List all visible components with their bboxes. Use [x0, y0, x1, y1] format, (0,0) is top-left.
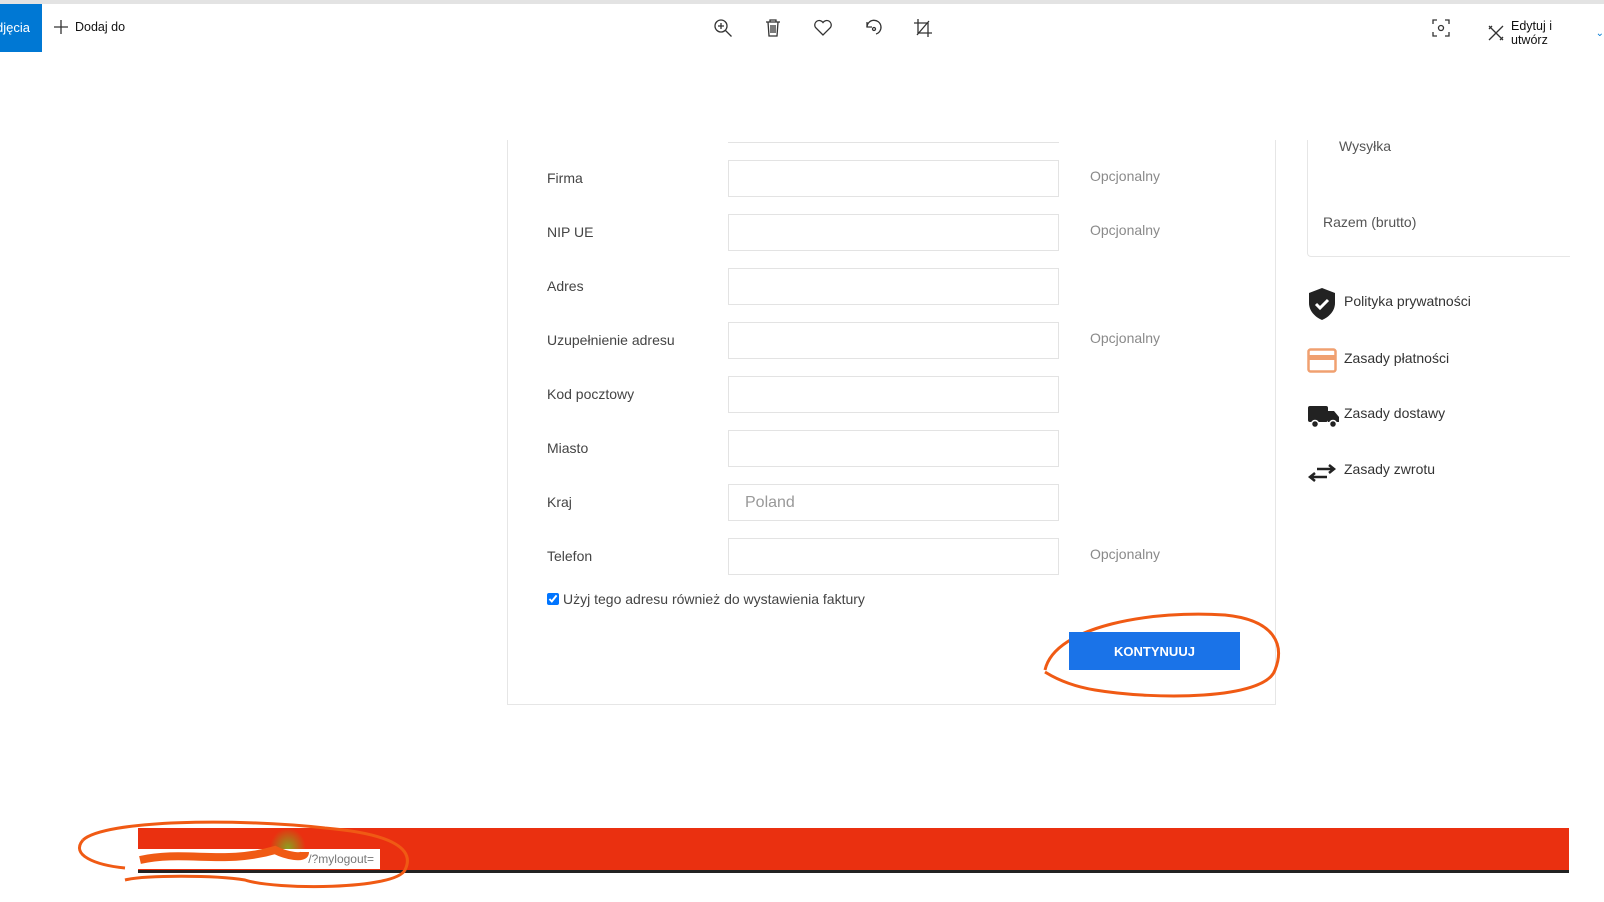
policy-delivery-label: Zasady dostawy	[1344, 405, 1446, 421]
optional-hint: Opcjonalny	[1090, 330, 1161, 346]
crop-icon[interactable]	[913, 18, 933, 38]
field-input[interactable]	[728, 322, 1059, 359]
field-label: NIP UE	[547, 224, 594, 240]
photos-tab[interactable]: djęcia	[0, 4, 42, 52]
field-label: Kraj	[547, 494, 572, 510]
heart-icon[interactable]	[813, 19, 833, 37]
field-input[interactable]	[728, 376, 1059, 413]
trash-icon[interactable]	[764, 18, 782, 38]
order-summary: Wysyłka Razem (brutto)	[1307, 138, 1570, 257]
annotation-scribble	[78, 820, 409, 889]
screen-capture-icon[interactable]	[1432, 19, 1450, 37]
field-label: Kod pocztowy	[547, 386, 635, 402]
summary-shipping: Wysyłka	[1339, 138, 1391, 154]
optional-hint: Opcjonalny	[1090, 546, 1161, 562]
billing-same-label: Użyj tego adresu również do wystawienia …	[563, 591, 865, 607]
edit-create-label: Edytuj i utwórz	[1511, 19, 1552, 47]
billing-same-checkbox[interactable]	[547, 593, 559, 605]
summary-total: Razem (brutto)	[1323, 214, 1417, 230]
swap-arrows-icon	[1307, 461, 1337, 485]
field-label: Firma	[547, 170, 583, 186]
plus-icon	[53, 19, 69, 35]
field-input[interactable]	[728, 160, 1059, 197]
photos-toolbar: djęcia Dodaj do Edytuj i utwórz ⌄	[0, 4, 1604, 52]
field-input[interactable]	[728, 430, 1059, 467]
field-input[interactable]	[728, 538, 1059, 575]
chevron-down-icon: ⌄	[1595, 27, 1604, 39]
field-input[interactable]	[728, 268, 1059, 305]
credit-card-icon	[1307, 348, 1337, 374]
truck-icon	[1307, 403, 1341, 431]
continue-button[interactable]: KONTYNUUJ	[1069, 632, 1240, 670]
zoom-in-icon[interactable]	[713, 18, 733, 38]
field-input[interactable]	[728, 484, 1059, 521]
edit-create-icon	[1487, 24, 1505, 42]
policy-privacy-label: Polityka prywatności	[1344, 293, 1471, 309]
field-label: Uzupełnienie adresu	[547, 332, 675, 348]
shield-check-icon	[1307, 287, 1337, 321]
edit-create-button[interactable]: Edytuj i utwórz ⌄	[1487, 19, 1604, 47]
billing-same-checkbox-row[interactable]: Użyj tego adresu również do wystawienia …	[547, 591, 865, 607]
previous-field-border	[728, 142, 1059, 143]
optional-hint: Opcjonalny	[1090, 222, 1161, 238]
add-to-label: Dodaj do	[75, 20, 126, 34]
policy-returns-label: Zasady zwrotu	[1344, 461, 1436, 477]
field-label: Telefon	[547, 548, 593, 564]
add-to-button[interactable]: Dodaj do	[53, 19, 125, 35]
field-label: Adres	[547, 278, 584, 294]
field-label: Miasto	[547, 440, 589, 456]
field-input[interactable]	[728, 214, 1059, 251]
optional-hint: Opcjonalny	[1090, 168, 1161, 184]
rotate-icon[interactable]	[864, 18, 884, 38]
policy-payment-label: Zasady płatności	[1344, 350, 1450, 366]
